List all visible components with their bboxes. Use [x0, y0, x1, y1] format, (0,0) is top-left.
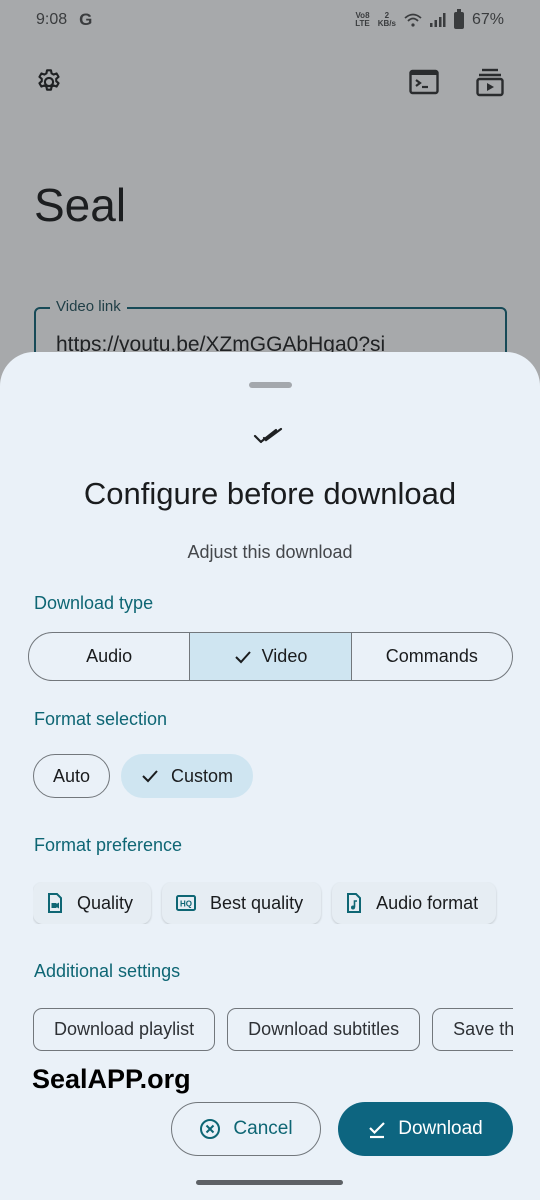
download-label: Download [398, 1118, 483, 1139]
segment-commands-label: Commands [385, 646, 478, 666]
segment-audio[interactable]: Audio [29, 633, 189, 680]
segment-video-label: Video [261, 646, 308, 666]
audio-format-label: Audio format [376, 892, 479, 913]
audio-format-card[interactable]: Audio format [332, 882, 497, 924]
chip-auto[interactable]: Auto [33, 754, 111, 798]
status-time: 9:08 [36, 11, 68, 28]
video-link-label: Video link [50, 298, 127, 315]
download-queue-icon [476, 68, 504, 97]
audio-file-icon [347, 893, 362, 913]
sheet-subtitle: Adjust this download [187, 542, 353, 562]
chip-auto-label: Auto [53, 765, 91, 786]
format-preference-list: Quality HQ Best quality Audio format [33, 882, 513, 924]
chip-custom-label: Custom [171, 765, 234, 786]
volte-icon: Vo8 LTE [355, 11, 370, 28]
download-playlist-chip[interactable]: Download playlist [33, 1008, 216, 1051]
segment-audio-label: Audio [86, 646, 133, 666]
battery-level: 67% [471, 11, 504, 28]
best-quality-label: Best quality [210, 892, 304, 913]
video-file-icon [48, 893, 62, 913]
done-all-icon [253, 427, 283, 444]
wifi-icon [404, 13, 422, 27]
best-quality-card[interactable]: HQ Best quality [162, 882, 322, 924]
segment-commands[interactable]: Commands [350, 633, 512, 680]
cancel-label: Cancel [233, 1118, 293, 1139]
signal-icon [429, 13, 446, 27]
sheet-title: Configure before download [83, 476, 457, 511]
check-icon [234, 650, 251, 663]
additional-settings-label: Additional settings [34, 961, 181, 981]
svg-text:HQ: HQ [180, 900, 192, 909]
quality-card[interactable]: Quality [33, 882, 152, 924]
app-top-bar [0, 62, 540, 104]
format-selection-chips: Auto Custom [33, 754, 254, 798]
check-icon [142, 770, 158, 783]
download-subtitles-chip[interactable]: Download subtitles [227, 1008, 421, 1051]
additional-settings-list: Download playlist Download subtitles Sav… [33, 1008, 513, 1051]
segment-video[interactable]: Video [189, 633, 351, 680]
download-done-icon [369, 1122, 386, 1139]
quality-label: Quality [77, 892, 134, 913]
format-preference-label: Format preference [34, 835, 183, 855]
format-selection-label: Format selection [34, 709, 168, 729]
hq-icon: HQ [176, 895, 197, 911]
download-type-selector: Audio Video Commands [28, 632, 513, 681]
cancel-button[interactable]: Cancel [171, 1102, 321, 1156]
chip-custom[interactable]: Custom [121, 754, 254, 798]
battery-icon [453, 8, 464, 29]
gesture-nav-bar[interactable] [196, 1180, 343, 1185]
settings-button[interactable] [29, 62, 69, 102]
drag-handle[interactable] [249, 382, 292, 388]
app-title: Seal [34, 179, 127, 231]
status-bar: 9:08 G Vo8 LTE 2 KB/s 67% [0, 0, 540, 40]
terminal-button[interactable] [404, 62, 444, 102]
terminal-icon [409, 69, 439, 95]
configure-bottom-sheet: Configure before download Adjust this do… [0, 352, 540, 1200]
cancel-icon [200, 1119, 221, 1139]
settings-icon [38, 69, 60, 91]
google-icon: G [79, 10, 93, 29]
download-type-label: Download type [34, 593, 154, 613]
download-button[interactable]: Download [338, 1102, 513, 1156]
watermark: SealAPP.org [32, 1064, 191, 1094]
net-speed: 2 KB/s [378, 12, 396, 28]
net-speed-unit: KB/s [377, 19, 396, 28]
download-queue-button[interactable] [470, 62, 510, 102]
save-thumbnail-chip[interactable]: Save thumbnail [432, 1008, 513, 1051]
